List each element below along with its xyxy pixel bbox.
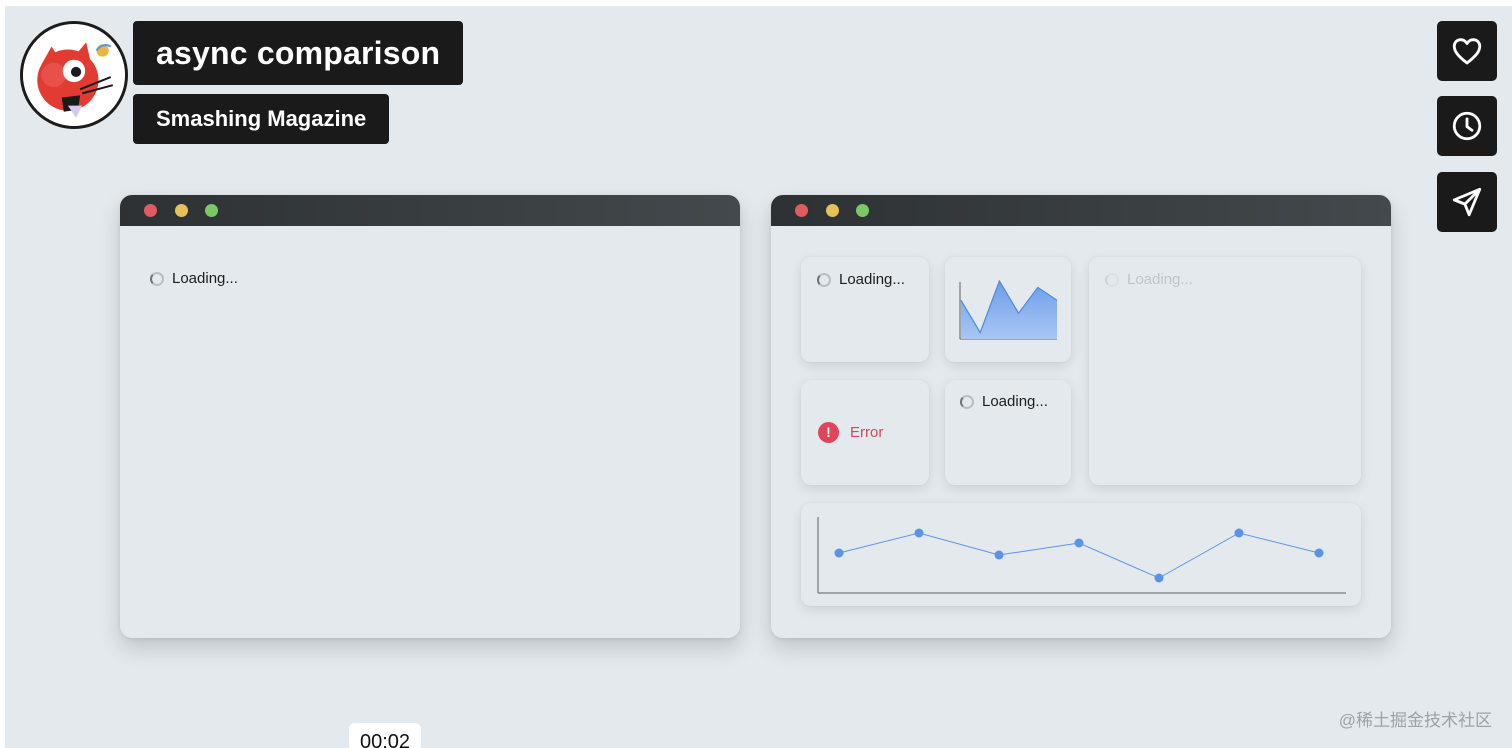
card-loading-indicator: Loading... xyxy=(960,393,1048,411)
area-chart xyxy=(959,279,1058,340)
card-loading-indicator: Loading... xyxy=(817,271,905,289)
page-title: async comparison xyxy=(133,21,464,85)
widget-card-error: ! Error xyxy=(801,380,929,485)
minimize-dot[interactable] xyxy=(175,204,188,217)
line-point-1 xyxy=(834,548,844,558)
video-stage: async comparison Smashing Magazine Loadi… xyxy=(5,6,1512,748)
widget-card-large-loading: Loading... xyxy=(1089,257,1361,485)
close-dot[interactable] xyxy=(795,204,808,217)
line-point-6 xyxy=(1234,528,1244,538)
spinner-icon xyxy=(1105,273,1119,288)
loading-label: Loading... xyxy=(172,270,238,287)
right-browser-window: Loading... Loading... ! Error Loading... xyxy=(771,195,1391,638)
error-label: Error xyxy=(850,424,884,441)
loading-label: Loading... xyxy=(1127,271,1193,288)
clock-icon xyxy=(1452,111,1482,141)
page-loading-indicator: Loading... xyxy=(150,270,238,288)
maximize-dot[interactable] xyxy=(856,204,869,217)
video-timer: 00:02 xyxy=(349,723,421,748)
spinner-icon xyxy=(817,273,831,288)
left-browser-window: Loading... xyxy=(120,195,740,638)
area-series xyxy=(961,281,1057,339)
spinner-icon xyxy=(150,272,164,287)
send-icon xyxy=(1452,187,1482,217)
line-point-3 xyxy=(994,550,1004,560)
line-point-4 xyxy=(1074,538,1084,548)
loading-label: Loading... xyxy=(982,393,1048,410)
window-titlebar xyxy=(771,195,1391,226)
close-dot[interactable] xyxy=(144,204,157,217)
watermark: @稀土掘金技术社区 xyxy=(1338,711,1492,730)
maximize-dot[interactable] xyxy=(205,204,218,217)
avatar[interactable] xyxy=(20,21,128,129)
cat-mascot-icon xyxy=(23,24,125,126)
widget-card-area-chart xyxy=(945,257,1071,362)
card-loading-indicator: Loading... xyxy=(1105,271,1193,289)
line-point-2 xyxy=(914,528,924,538)
alert-icon: ! xyxy=(818,422,839,443)
share-button[interactable] xyxy=(1437,172,1497,232)
line-chart xyxy=(817,517,1346,594)
watch-later-button[interactable] xyxy=(1437,96,1497,156)
heart-icon xyxy=(1452,38,1482,65)
spinner-icon xyxy=(960,395,974,410)
widget-card-loading: Loading... xyxy=(801,257,929,362)
window-titlebar xyxy=(120,195,740,226)
widget-card-loading: Loading... xyxy=(945,380,1071,485)
error-message: ! Error xyxy=(818,422,883,443)
channel-name[interactable]: Smashing Magazine xyxy=(133,94,390,144)
line-point-5 xyxy=(1154,573,1164,583)
loading-label: Loading... xyxy=(839,271,905,288)
minimize-dot[interactable] xyxy=(826,204,839,217)
line-point-7 xyxy=(1314,548,1324,558)
widget-card-line-chart xyxy=(801,503,1361,606)
like-button[interactable] xyxy=(1437,21,1497,81)
